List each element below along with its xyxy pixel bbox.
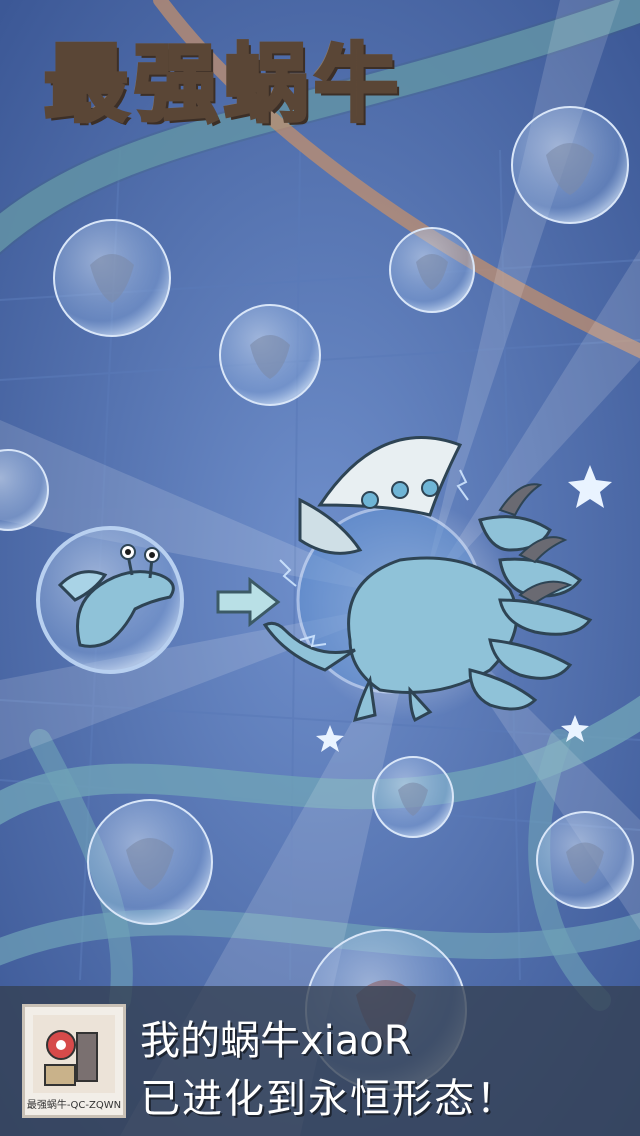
game-logo: 最强蜗牛 [14,12,434,142]
bubble-4 [511,106,629,224]
bubble-7 [372,756,454,838]
baby-dragon-snail-icon [36,526,184,674]
qr-caption: 最强蜗牛-QC-ZQWN [26,1100,122,1111]
bubble-6 [87,799,213,925]
bubble-2 [219,304,321,406]
bubble-1 [53,219,171,337]
bubble-8 [536,811,634,909]
qr-code-card: 最强蜗牛-QC-ZQWN [22,1004,126,1118]
evolution-message-line1: 我的蜗牛xiaoR [140,1018,412,1064]
game-logo-text: 最强蜗牛 [42,33,404,135]
evolution-message-line2: 已进化到永恒形态！ [140,1076,518,1122]
game-scene [0,0,640,1136]
snail-portrait-icon [33,1015,115,1093]
bubble-3 [389,227,475,313]
